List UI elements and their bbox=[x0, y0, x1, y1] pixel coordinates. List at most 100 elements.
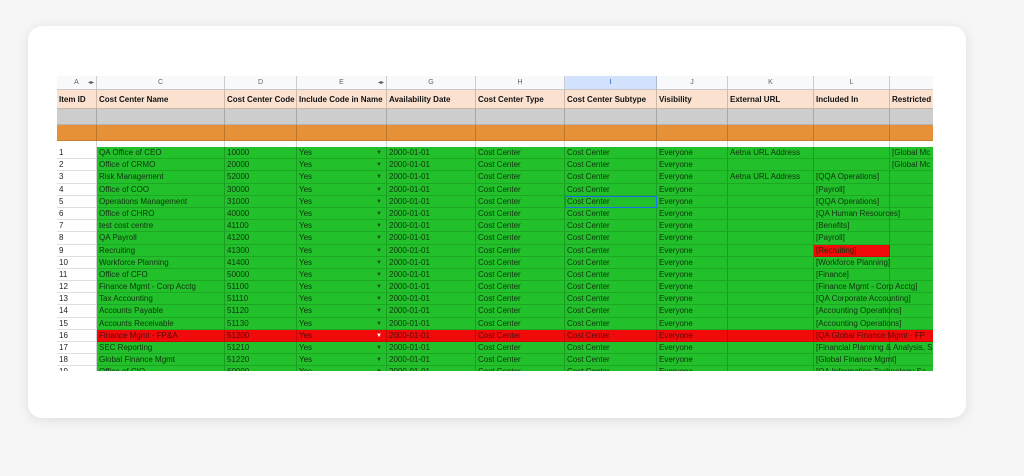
gray-cell[interactable] bbox=[97, 109, 225, 125]
cost-center-type-cell[interactable]: Cost Center bbox=[476, 366, 565, 371]
item-id-cell[interactable]: 14 bbox=[57, 305, 97, 318]
gray-cell[interactable] bbox=[57, 109, 97, 125]
cost-center-name-cell[interactable]: Tax Accounting bbox=[97, 293, 225, 306]
cost-center-subtype-cell[interactable]: Cost Center bbox=[565, 220, 657, 233]
restricted-cell[interactable] bbox=[890, 232, 933, 245]
cost-center-subtype-cell[interactable]: Cost Center bbox=[565, 281, 657, 294]
item-id-cell[interactable]: 15 bbox=[57, 317, 97, 330]
header-cost-center-name[interactable]: Cost Center Name bbox=[97, 90, 225, 109]
item-id-cell[interactable]: 8 bbox=[57, 232, 97, 245]
visibility-cell[interactable]: Everyone bbox=[657, 281, 728, 294]
cost-center-subtype-cell[interactable]: Cost Center bbox=[565, 329, 657, 342]
cost-center-name-cell[interactable]: Office of CIO bbox=[97, 366, 225, 371]
caret-down-icon[interactable]: ▼ bbox=[376, 330, 382, 341]
cost-center-subtype-cell[interactable]: Cost Center bbox=[565, 293, 657, 306]
caret-down-icon[interactable]: ▼ bbox=[376, 354, 382, 365]
item-id-cell[interactable]: 13 bbox=[57, 293, 97, 306]
visibility-cell[interactable]: Everyone bbox=[657, 354, 728, 367]
cost-center-type-cell[interactable]: Cost Center bbox=[476, 281, 565, 294]
visibility-cell[interactable]: Everyone bbox=[657, 183, 728, 196]
restricted-cell[interactable]: [Global Mc bbox=[890, 159, 933, 172]
cost-center-type-cell[interactable]: Cost Center bbox=[476, 268, 565, 282]
external-url-cell[interactable] bbox=[728, 220, 814, 233]
availability-date-cell[interactable]: 2000-01-01 bbox=[387, 305, 476, 318]
cost-center-code-cell[interactable]: 51200 bbox=[225, 329, 297, 342]
cost-center-name-cell[interactable]: Accounts Receivable bbox=[97, 317, 225, 330]
external-url-cell[interactable] bbox=[728, 281, 814, 294]
caret-down-icon[interactable]: ▼ bbox=[376, 269, 382, 280]
include-code-cell[interactable]: Yes ▼ bbox=[297, 317, 387, 330]
restricted-cell[interactable] bbox=[890, 195, 933, 208]
visibility-cell[interactable]: Everyone bbox=[657, 232, 728, 245]
header-cost-center-code[interactable]: Cost Center Code bbox=[225, 90, 297, 109]
caret-down-icon[interactable]: ▼ bbox=[376, 293, 382, 304]
external-url-cell[interactable]: Aetna URL Address bbox=[728, 171, 814, 184]
item-id-cell[interactable]: 1 bbox=[57, 147, 97, 160]
orange-cell[interactable] bbox=[97, 125, 225, 141]
cost-center-subtype-cell[interactable]: Cost Center bbox=[565, 207, 657, 221]
external-url-cell[interactable] bbox=[728, 244, 814, 257]
availability-date-cell[interactable]: 2000-01-01 bbox=[387, 268, 476, 282]
availability-date-cell[interactable]: 2000-01-01 bbox=[387, 317, 476, 330]
included-in-cell[interactable]: [Finance Mgmt - Corp Acctg] bbox=[814, 281, 917, 294]
include-code-cell[interactable]: Yes ▼ bbox=[297, 244, 387, 257]
caret-down-icon[interactable]: ▼ bbox=[376, 184, 382, 195]
availability-date-cell[interactable]: 2000-01-01 bbox=[387, 293, 476, 306]
visibility-cell[interactable]: Everyone bbox=[657, 159, 728, 172]
gray-cell[interactable] bbox=[476, 109, 565, 125]
cost-center-name-cell[interactable]: Recruiting bbox=[97, 244, 225, 257]
visibility-cell[interactable]: Everyone bbox=[657, 342, 728, 355]
cost-center-name-cell[interactable]: Accounts Payable bbox=[97, 305, 225, 318]
cost-center-code-cell[interactable]: 50000 bbox=[225, 268, 297, 282]
cost-center-subtype-cell[interactable]: Cost Center bbox=[565, 195, 657, 208]
include-code-cell[interactable]: Yes ▼ bbox=[297, 159, 387, 172]
item-id-cell[interactable]: 11 bbox=[57, 268, 97, 282]
included-in-cell[interactable]: [Accounting Operations] bbox=[814, 317, 901, 330]
availability-date-cell[interactable]: 2000-01-01 bbox=[387, 281, 476, 294]
included-in-cell[interactable]: [QA Human Resources] bbox=[814, 207, 900, 221]
cost-center-code-cell[interactable]: 30000 bbox=[225, 183, 297, 196]
cost-center-type-cell[interactable]: Cost Center bbox=[476, 207, 565, 221]
restricted-cell[interactable] bbox=[890, 256, 933, 269]
external-url-cell[interactable] bbox=[728, 317, 814, 330]
include-code-cell[interactable]: Yes ▼ bbox=[297, 329, 387, 342]
cost-center-name-cell[interactable]: Risk Management bbox=[97, 171, 225, 184]
caret-down-icon[interactable]: ▼ bbox=[376, 245, 382, 256]
restricted-cell[interactable] bbox=[890, 220, 933, 233]
column-header-k[interactable]: K bbox=[728, 76, 814, 90]
column-arrow-icon[interactable]: ◂▸ bbox=[88, 76, 94, 89]
cost-center-type-cell[interactable]: Cost Center bbox=[476, 159, 565, 172]
visibility-cell[interactable]: Everyone bbox=[657, 293, 728, 306]
external-url-cell[interactable] bbox=[728, 183, 814, 196]
cost-center-subtype-cell[interactable]: Cost Center bbox=[565, 171, 657, 184]
item-id-cell[interactable]: 4 bbox=[57, 183, 97, 196]
cost-center-code-cell[interactable]: 31000 bbox=[225, 195, 297, 208]
external-url-cell[interactable] bbox=[728, 366, 814, 371]
include-code-cell[interactable]: Yes ▼ bbox=[297, 183, 387, 196]
column-header-e[interactable]: E ◂▸ bbox=[297, 76, 387, 90]
caret-down-icon[interactable]: ▼ bbox=[376, 196, 382, 207]
gray-cell[interactable] bbox=[890, 109, 933, 125]
header-external-url[interactable]: External URL bbox=[728, 90, 814, 109]
header-restricted[interactable]: Restricted bbox=[890, 90, 933, 109]
cost-center-name-cell[interactable]: Office of CHRO bbox=[97, 207, 225, 221]
cost-center-code-cell[interactable]: 41100 bbox=[225, 220, 297, 233]
included-in-cell[interactable]: [Finance] bbox=[814, 268, 890, 282]
cost-center-code-cell[interactable]: 41300 bbox=[225, 244, 297, 257]
orange-cell[interactable] bbox=[297, 125, 387, 141]
visibility-cell[interactable]: Everyone bbox=[657, 256, 728, 269]
cost-center-code-cell[interactable]: 10000 bbox=[225, 147, 297, 160]
visibility-cell[interactable]: Everyone bbox=[657, 305, 728, 318]
external-url-cell[interactable]: Aetna URL Address bbox=[728, 147, 814, 160]
item-id-cell[interactable]: 10 bbox=[57, 256, 97, 269]
caret-down-icon[interactable]: ▼ bbox=[376, 366, 382, 371]
cost-center-code-cell[interactable]: 41400 bbox=[225, 256, 297, 269]
availability-date-cell[interactable]: 2000-01-01 bbox=[387, 244, 476, 257]
cost-center-name-cell[interactable]: Workforce Planning bbox=[97, 256, 225, 269]
orange-cell[interactable] bbox=[565, 125, 657, 141]
cost-center-code-cell[interactable]: 51120 bbox=[225, 305, 297, 318]
item-id-cell[interactable]: 7 bbox=[57, 220, 97, 233]
caret-down-icon[interactable]: ▼ bbox=[376, 305, 382, 316]
column-header-a[interactable]: A ◂▸ bbox=[57, 76, 97, 90]
cost-center-code-cell[interactable]: 20000 bbox=[225, 159, 297, 172]
